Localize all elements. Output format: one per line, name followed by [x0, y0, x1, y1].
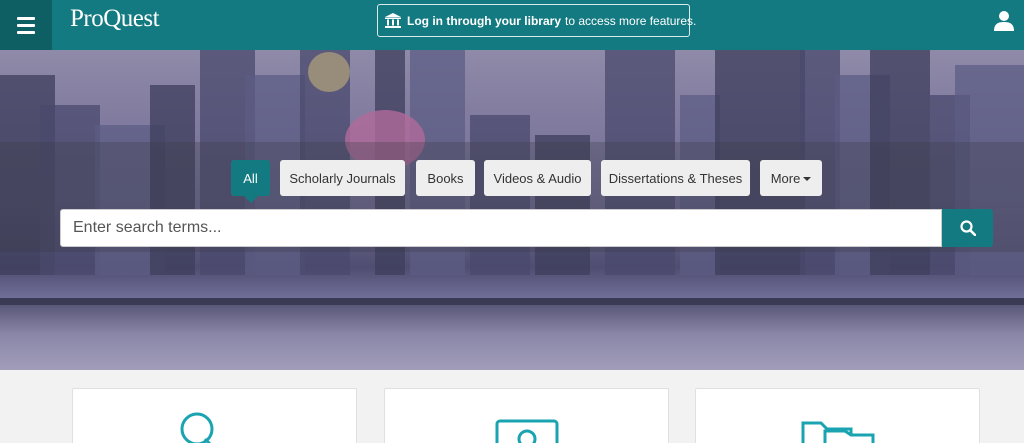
library-login-button[interactable]: Log in through your library to access mo…: [377, 4, 696, 37]
hamburger-menu-icon[interactable]: [0, 0, 52, 50]
login-link-text[interactable]: Log in through your library: [407, 14, 561, 28]
folders-icon: [801, 421, 875, 443]
tab-scholarly-journals-label: Scholarly Journals: [289, 170, 396, 186]
search-icon: [959, 220, 976, 236]
search-button[interactable]: [942, 209, 993, 247]
tab-books[interactable]: Books: [416, 160, 475, 196]
feature-card[interactable]: [695, 388, 980, 443]
magnifier-q-icon: [180, 412, 214, 443]
profile-card-icon: [495, 419, 559, 443]
tab-dissertations-theses[interactable]: Dissertations & Theses: [601, 160, 750, 196]
content-area: [0, 370, 1024, 443]
tab-dissertations-theses-label: Dissertations & Theses: [608, 170, 743, 186]
library-building-icon: [385, 13, 401, 28]
tab-videos-audio-label: Videos & Audio: [493, 170, 582, 186]
chevron-down-icon: [803, 177, 812, 181]
tab-all-label: All: [243, 170, 258, 186]
login-description: to access more features.: [565, 13, 697, 28]
tab-videos-audio[interactable]: Videos & Audio: [484, 160, 591, 196]
search-input[interactable]: [60, 209, 942, 247]
tab-more-label: More: [770, 170, 801, 186]
tab-all[interactable]: All: [231, 160, 270, 203]
top-navigation-bar: ProQuest Log in through your library to …: [0, 0, 1024, 50]
proquest-logo[interactable]: ProQuest: [70, 5, 160, 33]
tab-books-label: Books: [427, 170, 464, 186]
tab-scholarly-journals[interactable]: Scholarly Journals: [280, 160, 405, 196]
tab-more-dropdown[interactable]: More: [760, 160, 822, 196]
feature-card[interactable]: [384, 388, 669, 443]
user-icon[interactable]: [993, 10, 1015, 32]
feature-card[interactable]: [72, 388, 357, 443]
